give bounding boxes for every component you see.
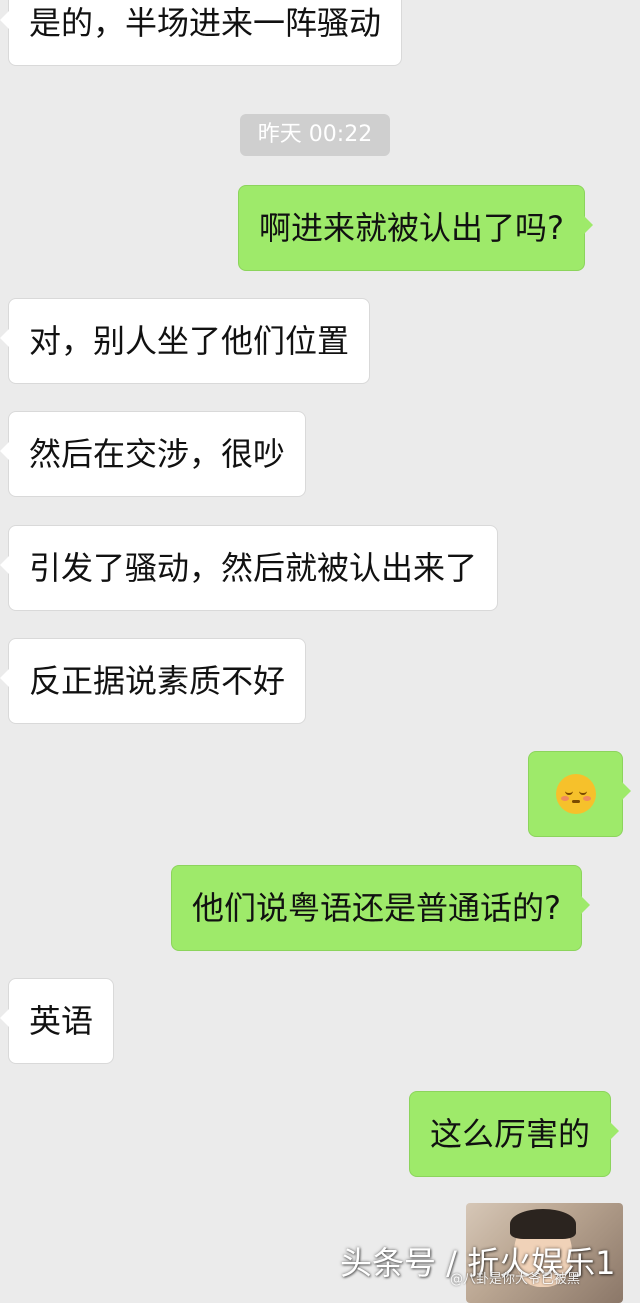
message-bubble-received[interactable]: 是的，半场进来一阵骚动 [0, 0, 403, 66]
message-bubble-received[interactable]: 英语 [0, 978, 115, 1064]
message-text: 英语 [29, 1002, 94, 1040]
message-text: 然后在交涉，很吵 [29, 435, 286, 473]
message-text: 引发了骚动，然后就被认出来了 [29, 549, 478, 587]
message-text: 啊进来就被认出了吗? [259, 209, 564, 247]
message-text: 这么厉害的 [430, 1115, 591, 1153]
message-bubble-sent[interactable]: 他们说粤语还是普通话的? [171, 865, 590, 951]
message-bubble-received[interactable]: 然后在交涉，很吵 [0, 411, 307, 497]
avatar-hair [510, 1209, 576, 1239]
message-text: 他们说粤语还是普通话的? [192, 889, 561, 927]
watermark-subtext: @八卦是你大爷已被黑 [450, 1272, 581, 1287]
message-bubble-sent[interactable] [528, 751, 631, 837]
message-bubble-received[interactable]: 反正据说素质不好 [0, 638, 307, 724]
message-bubble-received[interactable]: 引发了骚动，然后就被认出来了 [0, 525, 499, 611]
message-text: 对，别人坐了他们位置 [29, 322, 350, 360]
timestamp-divider: 昨天 00:22 [240, 114, 390, 156]
blushing-face-icon [555, 774, 596, 814]
message-text: 反正据说素质不好 [29, 662, 286, 700]
message-bubble-sent[interactable]: 啊进来就被认出了吗? [238, 185, 593, 271]
message-text: 是的，半场进来一阵骚动 [29, 4, 382, 42]
message-bubble-sent[interactable]: 这么厉害的 [409, 1091, 620, 1177]
message-bubble-received[interactable]: 对，别人坐了他们位置 [0, 298, 371, 384]
